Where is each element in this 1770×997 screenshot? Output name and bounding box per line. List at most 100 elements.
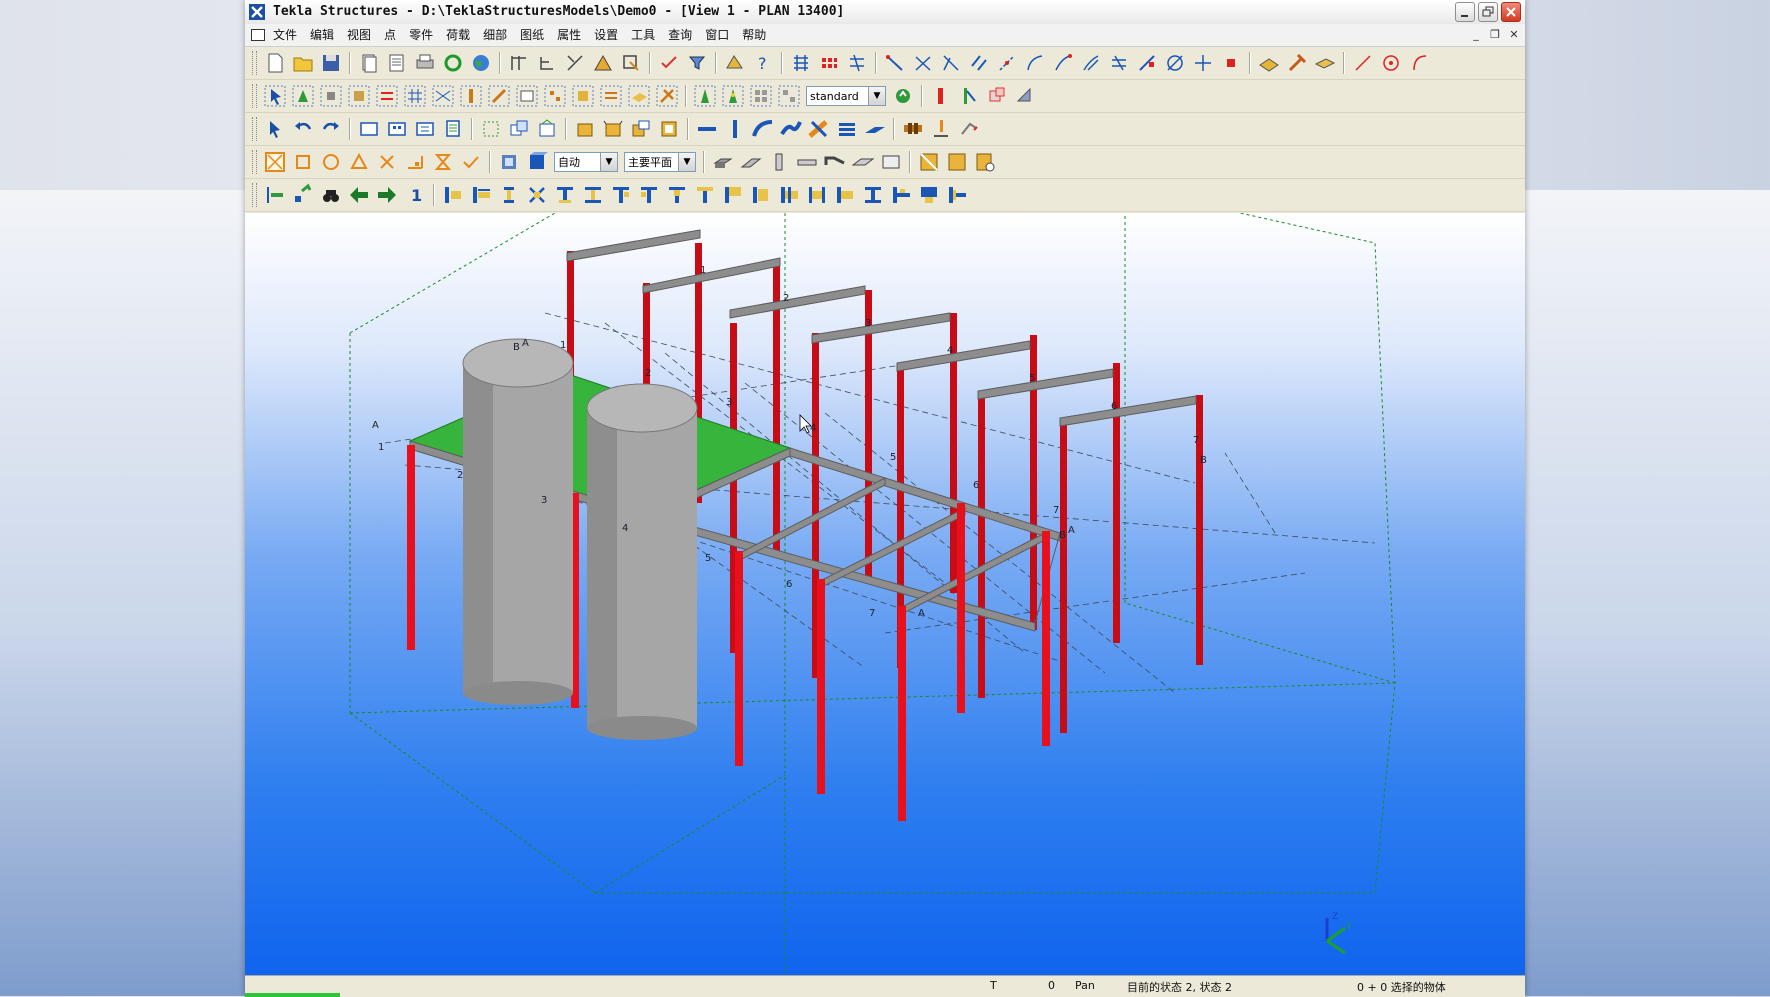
arc-snap-button[interactable] (1406, 50, 1432, 76)
snap-points-geo-button[interactable] (290, 149, 316, 175)
clash-check-button[interactable] (722, 50, 748, 76)
grid-button[interactable] (506, 50, 532, 76)
steel-column-button[interactable] (722, 116, 748, 142)
snap-free-button[interactable] (1218, 50, 1244, 76)
weld-button[interactable] (928, 116, 954, 142)
beam-tool-button[interactable] (956, 83, 982, 109)
connection-12-button[interactable] (748, 182, 774, 208)
numbering-button[interactable] (944, 149, 970, 175)
snap-line-button[interactable] (882, 50, 908, 76)
toolbar-grip[interactable] (252, 84, 257, 108)
select-connections-button[interactable] (374, 83, 400, 109)
toolbar-grip[interactable] (252, 117, 257, 141)
select-object-in-component-button[interactable] (692, 83, 718, 109)
mdi-minimize-button[interactable]: _ (1469, 28, 1483, 42)
mdi-restore-button[interactable]: ❐ (1488, 28, 1502, 42)
connection-1-button[interactable] (440, 182, 466, 208)
snap-end-button[interactable] (910, 50, 936, 76)
grid-line-button[interactable] (534, 50, 560, 76)
drawing-list-button[interactable] (356, 50, 382, 76)
view-list-2-button[interactable] (440, 116, 466, 142)
model-scene[interactable]: A 1 B A 7 B A B A 1 2 3 4 5 6 1 2 3 4 5 (245, 213, 1525, 975)
concrete-slab-button[interactable] (862, 116, 888, 142)
menu-drawing[interactable]: 图纸 (514, 27, 551, 43)
connection-7-button[interactable] (608, 182, 634, 208)
select-welds-button[interactable] (346, 83, 372, 109)
view-list-button[interactable] (412, 116, 438, 142)
concrete-polybeam-button[interactable] (822, 149, 848, 175)
component-catalog-button[interactable] (262, 182, 288, 208)
web-button[interactable] (468, 50, 494, 76)
polybeam-tool-button[interactable] (984, 83, 1010, 109)
select-all-button[interactable] (262, 83, 288, 109)
twin-profile-button[interactable] (806, 116, 832, 142)
select-views-button[interactable] (514, 83, 540, 109)
snap-hourglass-button[interactable] (430, 149, 456, 175)
measure-button[interactable] (590, 50, 616, 76)
zoom-copy-button[interactable] (506, 116, 532, 142)
menu-setup[interactable]: 设置 (588, 27, 625, 43)
work-plane-button[interactable] (1256, 50, 1282, 76)
connection-3-button[interactable] (496, 182, 522, 208)
snap-parallel-button[interactable] (966, 50, 992, 76)
check-button[interactable] (656, 50, 682, 76)
connection-19-button[interactable] (944, 182, 970, 208)
clash-detect-button[interactable] (916, 149, 942, 175)
create-view-button[interactable] (356, 116, 382, 142)
next-component-button[interactable] (374, 182, 400, 208)
connection-14-button[interactable] (804, 182, 830, 208)
curved-beam-button[interactable] (750, 116, 776, 142)
select-assembly-button[interactable] (570, 83, 596, 109)
snap-reference-lines-button[interactable] (262, 149, 288, 175)
select-button[interactable] (262, 116, 288, 142)
circle-snap-button[interactable] (1378, 50, 1404, 76)
select-grid-lines-button[interactable] (430, 83, 456, 109)
menu-point[interactable]: 点 (378, 27, 403, 43)
3d-view-button[interactable] (524, 149, 550, 175)
select-surface-button[interactable] (626, 83, 652, 109)
snap-mid-button[interactable] (938, 50, 964, 76)
snap-grid-button[interactable] (788, 50, 814, 76)
line-snap-button[interactable] (1350, 50, 1376, 76)
menu-properties[interactable]: 属性 (551, 27, 588, 43)
new-model-button[interactable] (262, 50, 288, 76)
snap-nearest-button[interactable] (1106, 50, 1132, 76)
polybeam-button[interactable] (778, 116, 804, 142)
menu-window[interactable]: 窗口 (699, 27, 736, 43)
save-model-button[interactable] (318, 50, 344, 76)
strip-footing-button[interactable] (738, 149, 764, 175)
select-detail-button[interactable] (598, 83, 624, 109)
select-assembly-top-button[interactable] (748, 83, 774, 109)
connection-11-button[interactable] (720, 182, 746, 208)
pad-footing-button[interactable] (710, 149, 736, 175)
snap-perpendicular-button[interactable] (994, 50, 1020, 76)
refresh-button[interactable] (440, 50, 466, 76)
select-grids-button[interactable] (402, 83, 428, 109)
connection-17-button[interactable] (888, 182, 914, 208)
part-library-button[interactable] (572, 116, 598, 142)
snap-tangent-button[interactable] (1050, 50, 1076, 76)
help-button[interactable]: ? (750, 50, 776, 76)
view-grid-button[interactable] (384, 116, 410, 142)
connection-9-button[interactable] (664, 182, 690, 208)
orthogonal-beam-button[interactable] (834, 116, 860, 142)
report-button[interactable] (972, 149, 998, 175)
snap-depth-select[interactable]: 自动 ▼ (554, 152, 618, 172)
plane-button[interactable] (1312, 50, 1338, 76)
undo-button[interactable] (290, 116, 316, 142)
connection-8-button[interactable] (636, 182, 662, 208)
steel-beam-button[interactable] (694, 116, 720, 142)
snap-reference-button[interactable] (1134, 50, 1160, 76)
construction-line-button[interactable] (562, 50, 588, 76)
tools-button[interactable] (1284, 50, 1310, 76)
connection-4-button[interactable] (524, 182, 550, 208)
concrete-slab-2-button[interactable] (850, 149, 876, 175)
connection-18-button[interactable] (916, 182, 942, 208)
snap-cross-button[interactable] (374, 149, 400, 175)
close-button[interactable] (1501, 2, 1521, 22)
snap-triangle-button[interactable] (346, 149, 372, 175)
select-parts-button[interactable] (318, 83, 344, 109)
document-manager-button[interactable] (384, 50, 410, 76)
toolbar-grip[interactable] (252, 150, 257, 174)
menu-view[interactable]: 视图 (341, 27, 378, 43)
